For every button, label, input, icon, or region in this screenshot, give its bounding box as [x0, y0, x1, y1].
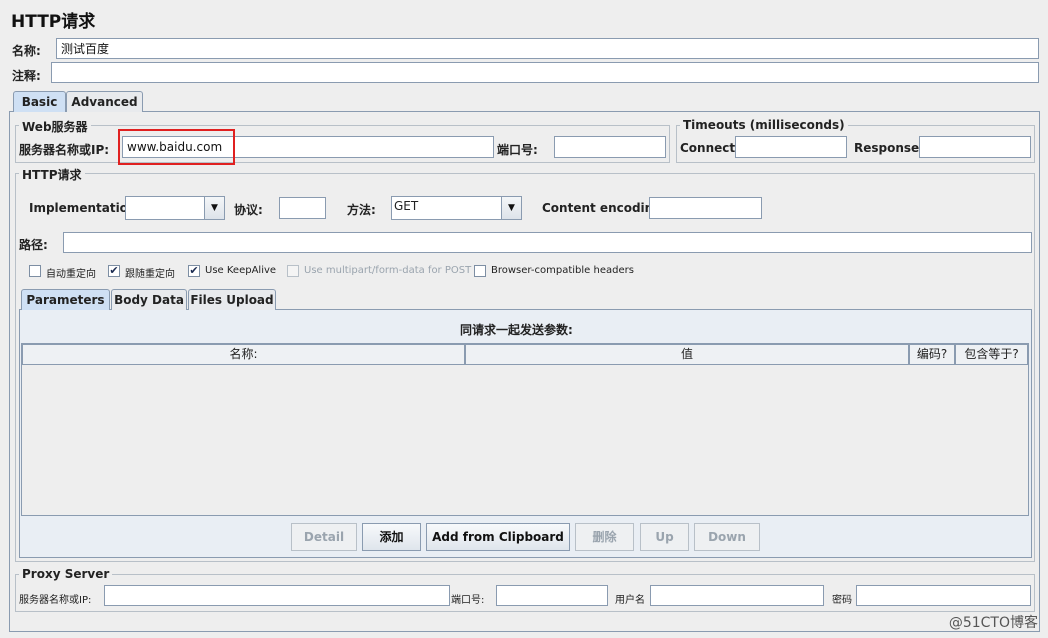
proxy-server-input[interactable]: [104, 585, 450, 606]
parameters-heading: 同请求一起发送参数:: [460, 323, 573, 337]
chevron-down-icon[interactable]: ▼: [501, 197, 521, 219]
auto-redirect-checkbox[interactable]: [29, 265, 41, 277]
server-name-highlight: [118, 129, 235, 165]
multipart-checkbox: [287, 265, 299, 277]
proxy-username-input[interactable]: [650, 585, 824, 606]
port-input[interactable]: [554, 136, 666, 158]
implementation-select[interactable]: ▼: [125, 196, 225, 220]
name-input[interactable]: 测试百度: [56, 38, 1039, 59]
proxy-server-title: Proxy Server: [19, 567, 113, 581]
tab-parameters[interactable]: Parameters: [21, 289, 110, 310]
browser-headers-label: Browser-compatible headers: [491, 265, 634, 276]
connect-input[interactable]: [735, 136, 847, 158]
detail-button[interactable]: Detail: [291, 523, 357, 551]
up-button[interactable]: Up: [640, 523, 689, 551]
name-label: 名称:: [12, 44, 41, 58]
timeouts-title: Timeouts (milliseconds): [680, 118, 848, 132]
comment-label: 注释:: [12, 69, 41, 83]
add-button[interactable]: 添加: [362, 523, 421, 551]
browser-headers-checkbox[interactable]: [474, 265, 486, 277]
content-encoding-input[interactable]: [649, 197, 762, 219]
column-header-name[interactable]: 名称:: [22, 344, 465, 365]
watermark: @51CTO博客: [948, 615, 1038, 631]
keepalive-checkbox[interactable]: ✔: [188, 265, 200, 277]
follow-redirect-checkbox[interactable]: ✔: [108, 265, 120, 277]
proxy-password-input[interactable]: [856, 585, 1031, 606]
chevron-down-icon[interactable]: ▼: [204, 197, 224, 219]
web-server-title: Web服务器: [19, 118, 91, 135]
comment-input[interactable]: [51, 62, 1039, 83]
column-header-include-equals[interactable]: 包含等于?: [955, 344, 1028, 365]
add-from-clipboard-button[interactable]: Add from Clipboard: [426, 523, 570, 551]
tab-advanced[interactable]: Advanced: [66, 91, 143, 112]
protocol-label: 协议:: [234, 203, 263, 217]
column-header-encode[interactable]: 编码?: [909, 344, 955, 365]
connect-label: Connect:: [680, 141, 740, 155]
response-input[interactable]: [919, 136, 1031, 158]
proxy-port-input[interactable]: [496, 585, 608, 606]
page-title: HTTP请求: [11, 12, 96, 32]
path-label: 路径:: [19, 238, 48, 252]
down-button[interactable]: Down: [694, 523, 760, 551]
multipart-label: Use multipart/form-data for POST: [304, 265, 472, 276]
server-name-label: 服务器名称或IP:: [19, 143, 110, 157]
tab-files-upload[interactable]: Files Upload: [188, 289, 276, 310]
response-label: Response:: [854, 141, 924, 155]
tab-basic[interactable]: Basic: [13, 91, 66, 112]
method-select[interactable]: GET ▼: [391, 196, 522, 220]
follow-redirect-label: 跟随重定向: [125, 269, 175, 280]
method-label: 方法:: [347, 203, 376, 217]
delete-button[interactable]: 删除: [575, 523, 634, 551]
proxy-port-label: 端口号:: [451, 595, 485, 606]
proxy-server-name-label: 服务器名称或IP:: [19, 595, 92, 606]
http-request-title: HTTP请求: [19, 166, 85, 183]
proxy-username-label: 用户名: [615, 595, 645, 606]
protocol-input[interactable]: [279, 197, 326, 219]
parameters-table: [21, 343, 1029, 516]
method-value: GET: [394, 199, 419, 213]
column-header-value[interactable]: 值: [465, 344, 909, 365]
content-encoding-label: Content encoding:: [542, 201, 667, 215]
auto-redirect-label: 自动重定向: [46, 269, 96, 280]
tab-body-data[interactable]: Body Data: [111, 289, 187, 310]
port-label: 端口号:: [497, 143, 538, 157]
path-input[interactable]: [63, 232, 1032, 253]
keepalive-label: Use KeepAlive: [205, 265, 277, 276]
proxy-password-label: 密码: [832, 595, 852, 606]
